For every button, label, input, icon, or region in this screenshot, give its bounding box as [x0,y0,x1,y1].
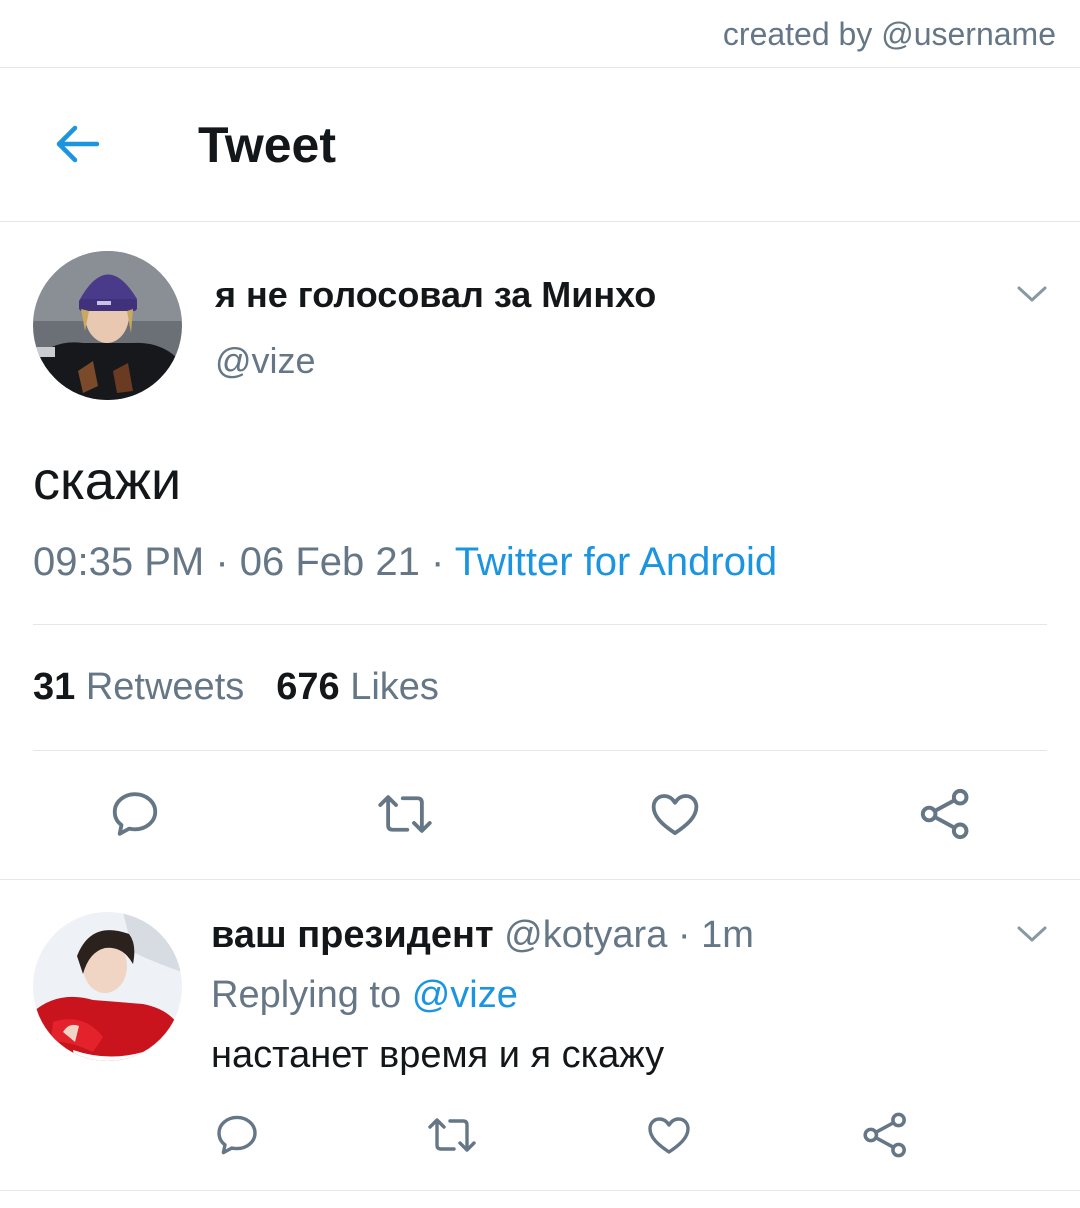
reply-text: настанет время и я скажу [211,1034,665,1076]
like-button[interactable] [642,1108,696,1162]
reply-options-button[interactable] [1012,914,1052,954]
divider [33,750,1047,751]
replying-label: Replying to [211,974,402,1016]
retweets-stat[interactable]: 31 Retweets [33,666,244,708]
tweet-source-link[interactable]: Twitter for Android [455,540,777,584]
page-title: Tweet [198,117,336,173]
reply-button[interactable] [105,784,165,844]
tweet-text: скажи [33,451,182,511]
likes-label: Likes [350,666,439,708]
back-button[interactable] [46,116,108,172]
like-icon [651,794,699,836]
author-handle[interactable]: @vize [215,340,316,382]
avatar-image [33,912,182,1061]
retweet-icon [428,1118,476,1152]
avatar-image [33,251,182,400]
author-display-name[interactable]: я не голосовал за Минхо [215,274,656,316]
retweet-button[interactable] [425,1108,479,1162]
meta-separator: · [204,540,240,584]
retweet-icon [378,795,432,833]
retweets-label: Retweets [85,666,245,708]
like-button[interactable] [645,784,705,844]
meta-separator: · [419,540,455,584]
main-tweet: я не голосовал за Минхо @vize скажи 09:3… [0,222,1080,880]
avatar[interactable] [33,912,182,1061]
reply-icon [217,1115,257,1155]
reply-time: 1m [701,914,754,956]
tweet-stats: 31 Retweets 676 Likes [33,666,439,709]
divider [33,624,1047,625]
meta-separator: · [667,914,702,956]
chevron-down-icon [1017,286,1047,302]
reply-icon [112,792,158,836]
reply-header: ваш президент @kotyara · 1m [211,914,754,957]
likes-count: 676 [276,666,340,708]
reply-button[interactable] [210,1108,264,1162]
retweet-button[interactable] [375,784,435,844]
avatar[interactable] [33,251,182,400]
likes-stat[interactable]: 676 Likes [276,666,439,708]
credit-bar: created by @username [0,0,1080,68]
replying-mention-link[interactable]: @vize [412,974,518,1016]
reply-handle[interactable]: @kotyara [504,914,667,956]
tweet-options-button[interactable] [1012,274,1052,314]
app-bar: Tweet [0,68,1080,222]
share-icon [920,788,969,840]
reply-display-name[interactable]: ваш президент [211,914,494,956]
retweets-count: 31 [33,666,76,708]
reply-tweet: ваш президент @kotyara · 1m Replying to … [0,880,1080,1191]
share-button[interactable] [915,784,975,844]
replying-to: Replying to @vize [211,974,518,1017]
tweet-meta: 09:35 PM · 06 Feb 21 · Twitter for Andro… [33,540,777,585]
back-arrow-icon [56,125,100,163]
tweet-time: 09:35 PM [33,540,205,584]
share-icon [863,1112,906,1158]
share-button[interactable] [858,1108,912,1162]
credit-text: created by @username [722,16,1056,52]
tweet-date: 06 Feb 21 [239,540,420,584]
chevron-down-icon [1017,926,1047,942]
like-icon [648,1117,690,1154]
